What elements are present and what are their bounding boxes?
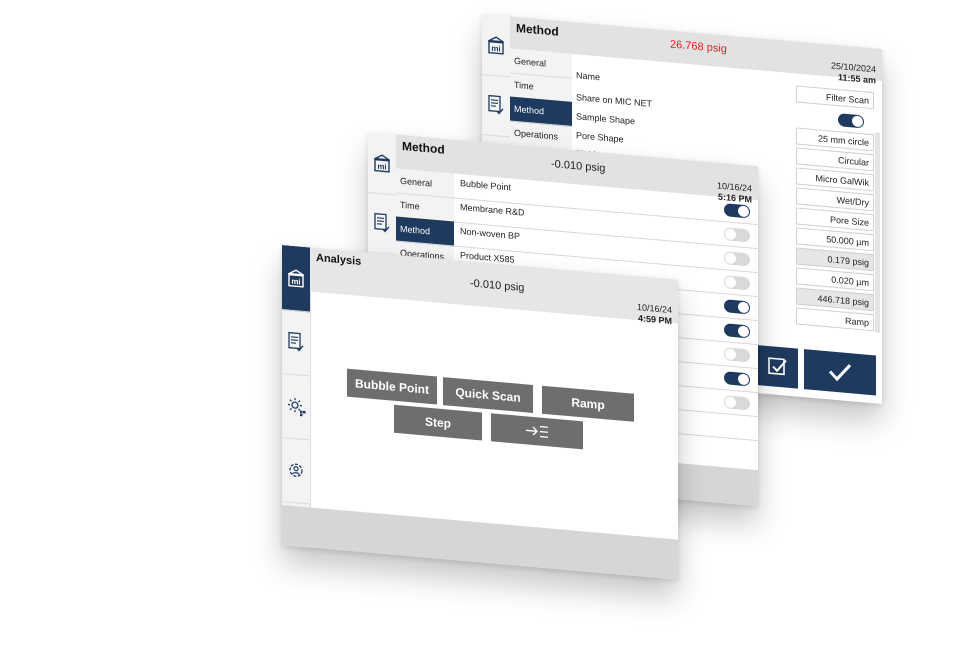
list-item-label: Membrane R&D xyxy=(460,202,525,218)
tab-label: General xyxy=(514,55,547,69)
save-button[interactable] xyxy=(758,345,798,389)
method-toggle[interactable] xyxy=(724,347,750,363)
home-icon: mi xyxy=(288,269,304,288)
page-title: Method xyxy=(402,138,445,157)
save-check-icon xyxy=(768,357,787,376)
step-button[interactable]: Step xyxy=(394,404,482,441)
pressure-readout: -0.010 psig xyxy=(551,158,606,175)
home-icon: mi xyxy=(374,154,390,173)
list-item-label: Bubble Point xyxy=(460,178,512,193)
ramp-button[interactable]: Ramp xyxy=(542,385,634,422)
field-label-share: Share on MIC NET xyxy=(576,92,653,109)
method-toggle[interactable] xyxy=(724,203,750,219)
methods-button[interactable] xyxy=(368,192,396,256)
checklist-icon xyxy=(288,331,304,352)
method-toggle[interactable] xyxy=(724,323,750,339)
checklist-icon xyxy=(374,212,390,233)
pressure-readout: -0.010 psig xyxy=(470,277,525,295)
instrument-settings-button[interactable] xyxy=(282,373,310,441)
settings-gear-icon xyxy=(288,398,306,417)
svg-text:mi: mi xyxy=(491,44,500,54)
field-label-pore-shape: Pore Shape xyxy=(576,130,624,145)
scrollbar[interactable] xyxy=(875,132,880,333)
tab-label: Operations xyxy=(514,127,559,142)
user-settings-button[interactable] xyxy=(282,437,310,505)
toggle-column xyxy=(720,203,750,446)
date-time: 10/16/24 4:59 PM xyxy=(637,302,672,328)
time-label: 4:59 PM xyxy=(637,313,672,327)
page-title: Analysis xyxy=(316,251,362,268)
field-label-name: Name xyxy=(576,70,601,83)
method-toggle[interactable] xyxy=(724,395,750,411)
pressure-readout: 26.768 psig xyxy=(670,38,727,56)
time-label: 11:55 am xyxy=(837,72,876,86)
list-item-label: Non-woven BP xyxy=(460,226,521,242)
method-toggle[interactable] xyxy=(724,275,750,291)
user-gear-icon xyxy=(289,463,303,477)
home-icon: mi xyxy=(488,36,504,55)
name-field[interactable]: Filter Scan xyxy=(796,85,874,110)
tab-label: General xyxy=(400,175,433,189)
date-time: 25/10/2024 11:55 am xyxy=(831,61,876,87)
sequence-icon xyxy=(526,425,548,438)
page-title: Method xyxy=(516,20,559,39)
home-button[interactable]: mi xyxy=(482,14,510,78)
svg-text:mi: mi xyxy=(291,277,300,287)
tab-label: Time xyxy=(400,199,420,212)
quick-scan-button[interactable]: Quick Scan xyxy=(443,377,533,413)
methods-button[interactable] xyxy=(282,309,310,377)
method-toggle[interactable] xyxy=(724,227,750,243)
home-button[interactable]: mi xyxy=(368,132,396,196)
field-label-sample-shape: Sample Shape xyxy=(576,111,636,127)
method-toggle[interactable] xyxy=(724,299,750,315)
home-button[interactable]: mi xyxy=(282,245,310,313)
share-toggle[interactable] xyxy=(838,113,864,129)
bubble-point-button[interactable]: Bubble Point xyxy=(347,368,437,405)
svg-text:mi: mi xyxy=(377,162,386,172)
analysis-screen-front: mi Analysis -0.010 psig 10/16/24 4:59 PM… xyxy=(282,245,678,580)
method-toggle[interactable] xyxy=(724,251,750,267)
tab-label: Time xyxy=(514,79,534,92)
sequence-button[interactable] xyxy=(491,413,583,450)
confirm-button[interactable] xyxy=(804,349,876,396)
tab-label: Method xyxy=(514,103,545,117)
tab-label: Method xyxy=(400,223,431,237)
confirm-check-icon xyxy=(828,364,852,382)
sidebar: mi xyxy=(282,245,311,548)
footer-bar xyxy=(282,505,678,580)
method-toggle[interactable] xyxy=(724,371,750,387)
methods-button[interactable] xyxy=(482,74,510,138)
checklist-icon xyxy=(488,94,504,115)
